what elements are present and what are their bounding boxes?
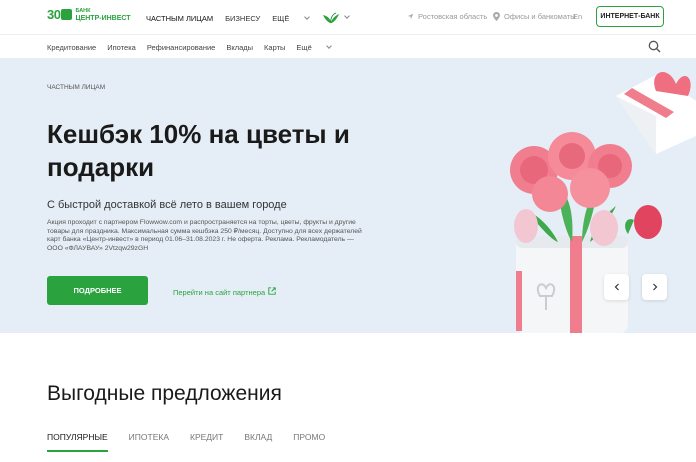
internet-bank-button[interactable]: ИНТЕРНЕТ-БАНК [596, 6, 664, 27]
banner-disclaimer: Акция проходит с партнером Flowwow.com и… [47, 219, 362, 253]
chevron-right-icon [652, 283, 657, 291]
carousel-next-button[interactable] [642, 274, 667, 300]
nav-private[interactable]: ЧАСТНЫМ ЛИЦАМ [146, 14, 213, 23]
subnav-cards[interactable]: Карты [264, 43, 285, 52]
banner-title: Кешбэк 10% на цветы и подарки [47, 119, 350, 182]
chevron-down-icon [304, 13, 311, 20]
offices-link[interactable]: Офисы и банкоматы [493, 12, 576, 21]
subnav-refinancing[interactable]: Рефинансирование [147, 43, 216, 52]
tab-promo[interactable]: ПРОМО [293, 432, 325, 452]
search-icon [648, 40, 661, 53]
breadcrumb: ЧАСТНЫМ ЛИЦАМ [47, 84, 106, 91]
leaf-icon [323, 12, 340, 24]
product-nav: Кредитование Ипотека Рефинансирование Вк… [47, 42, 342, 52]
tab-popular[interactable]: ПОПУЛЯРНЫЕ [47, 432, 108, 452]
subnav-deposits[interactable]: Вклады [226, 43, 253, 52]
promo-banner: ЧАСТНЫМ ЛИЦАМ Кешбэк 10% на цветы и пода… [0, 58, 696, 333]
logo-line1: БАНК [75, 7, 91, 14]
logo-mark-icon [61, 9, 73, 20]
logo-number: 30 [47, 7, 61, 22]
bank-logo[interactable]: 30 БАНК ЦЕНТР-ИНВЕСТ [47, 7, 131, 22]
region-label: Ростовская область [418, 12, 488, 21]
floating-gift-image [616, 72, 696, 154]
offers-heading: Выгодные предложения [47, 382, 282, 405]
more-button[interactable]: ПОДРОБНЕЕ [47, 276, 148, 305]
carousel-prev-button[interactable] [604, 274, 629, 300]
external-link-icon [268, 287, 276, 297]
top-header: 30 БАНК ЦЕНТР-ИНВЕСТ ЧАСТНЫМ ЛИЦАМ БИЗНЕ… [0, 0, 696, 34]
chevron-down-icon [325, 42, 332, 49]
subnav-mortgage[interactable]: Ипотека [107, 43, 136, 52]
partner-link[interactable]: Перейти на сайт партнера [173, 287, 276, 297]
logo-line2: ЦЕНТР-ИНВЕСТ [75, 14, 131, 22]
subnav-more[interactable]: Ещё [296, 42, 332, 52]
partner-link-label: Перейти на сайт партнера [173, 287, 266, 297]
map-pin-icon [493, 12, 500, 21]
location-arrow-icon [407, 13, 414, 20]
tab-mortgage[interactable]: ИПОТЕКА [129, 432, 169, 452]
offices-label: Офисы и банкоматы [504, 12, 576, 21]
nav-business[interactable]: БИЗНЕСУ [225, 14, 260, 23]
region-selector[interactable]: Ростовская область [407, 12, 487, 21]
nav-more[interactable]: ЕЩЁ [272, 13, 311, 23]
sub-header: Кредитование Ипотека Рефинансирование Вк… [0, 34, 696, 58]
chevron-left-icon [614, 283, 619, 291]
top-nav: ЧАСТНЫМ ЛИЦАМ БИЗНЕСУ ЕЩЁ [146, 12, 361, 24]
banner-subtitle: С быстрой доставкой всё лето в вашем гор… [47, 199, 287, 211]
search-button[interactable] [648, 40, 661, 58]
leaf-menu[interactable] [321, 12, 351, 24]
tab-credit[interactable]: КРЕДИТ [190, 432, 223, 452]
chevron-down-icon [344, 13, 351, 19]
language-switch[interactable]: En [573, 12, 582, 21]
subnav-credit[interactable]: Кредитование [47, 43, 96, 52]
offers-tabs: ПОПУЛЯРНЫЕ ИПОТЕКА КРЕДИТ ВКЛАД ПРОМО [47, 432, 346, 452]
tab-deposit[interactable]: ВКЛАД [244, 432, 272, 452]
